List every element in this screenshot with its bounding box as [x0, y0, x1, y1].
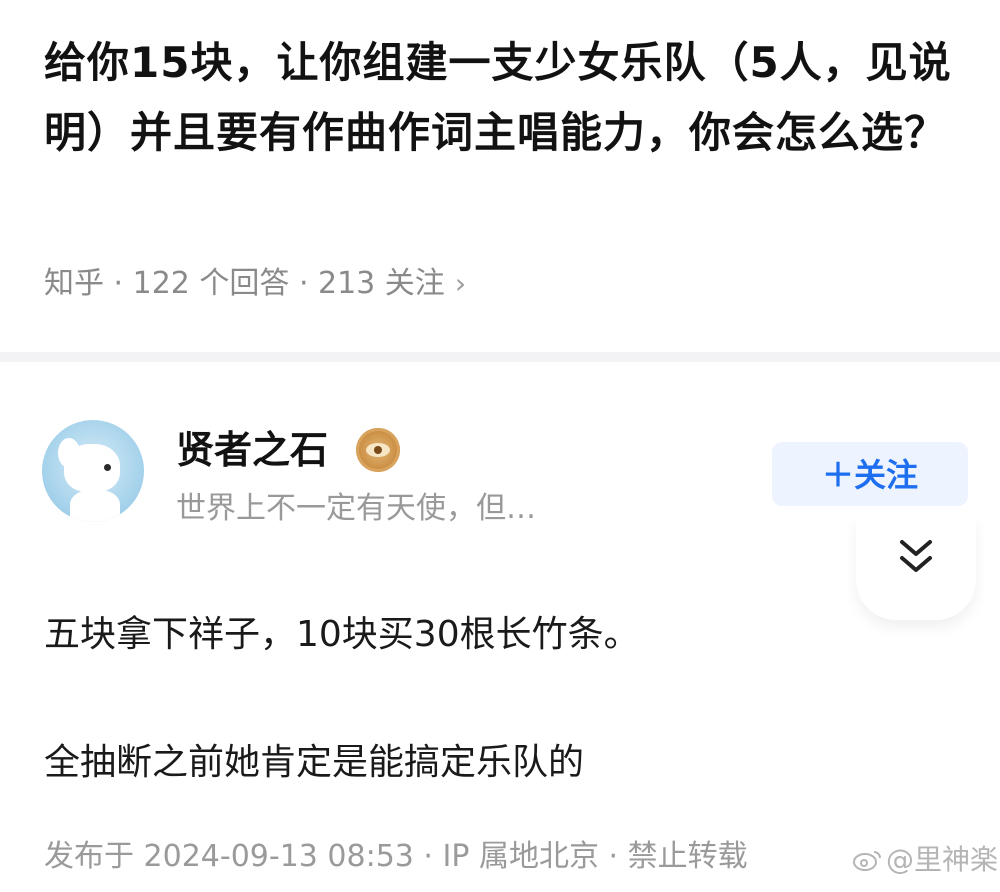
- answer-footer: 发布于 2024-09-13 08:53 · IP 属地北京 · 禁止转载: [44, 839, 748, 874]
- double-chevron-down-icon: [900, 540, 932, 572]
- expand-button[interactable]: [856, 516, 976, 620]
- avatar-dog-head: [64, 444, 120, 492]
- watermark-text: @里神楽: [886, 843, 999, 876]
- question-meta[interactable]: 知乎 · 122 个回答 · 213 关注 ›: [44, 262, 466, 306]
- author-name[interactable]: 贤者之石: [176, 426, 328, 474]
- avatar[interactable]: [42, 420, 144, 522]
- section-divider: [0, 352, 1000, 362]
- verified-badge-icon: [356, 428, 400, 472]
- weibo-logo-icon: [853, 851, 881, 871]
- chevron-right-icon: ›: [454, 267, 467, 300]
- question-stats: 知乎 · 122 个回答 · 213 关注: [44, 266, 445, 301]
- follow-button[interactable]: ＋关注: [772, 442, 968, 506]
- answer-paragraph: 全抽断之前她肯定是能搞定乐队的: [44, 742, 585, 783]
- avatar-dog-eye: [104, 464, 111, 471]
- answer-paragraph: 五块拿下祥子，10块买30根长竹条。: [44, 614, 640, 655]
- avatar-dog-body: [70, 490, 120, 522]
- question-title[interactable]: 给你15块，让你组建一支少女乐队（5人，见说明）并且要有作曲作词主唱能力，你会怎…: [44, 28, 974, 168]
- question-header: 给你15块，让你组建一支少女乐队（5人，见说明）并且要有作曲作词主唱能力，你会怎…: [0, 0, 1000, 352]
- author-bio: 世界上不一定有天使，但…: [176, 491, 536, 526]
- watermark: @里神楽: [852, 840, 998, 880]
